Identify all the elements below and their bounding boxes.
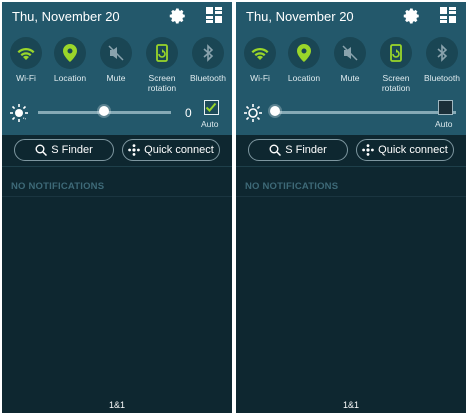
- carrier-label: 1&1: [108, 400, 125, 410]
- quick-connect-icon: [362, 144, 374, 156]
- brightness-slider-thumb[interactable]: [99, 106, 109, 116]
- screen-rotation-toggle[interactable]: Screen rotation: [374, 37, 418, 93]
- screen-rotation-label: Screen rotation: [147, 73, 177, 93]
- mute-label: Mute: [106, 73, 126, 83]
- s-finder-label: S Finder: [51, 144, 93, 156]
- wifi-label: Wi-Fi: [16, 73, 36, 83]
- mute-icon: [108, 45, 124, 61]
- wifi-label: Wi-Fi: [250, 73, 270, 83]
- divider: [2, 196, 232, 197]
- notification-panel-right: Thu, November 20 Wi-Fi Location Mute Scr…: [236, 2, 466, 413]
- bluetooth-toggle[interactable]: Bluetooth: [420, 37, 464, 83]
- gear-icon[interactable]: [403, 7, 421, 25]
- location-toggle[interactable]: Location: [282, 37, 326, 83]
- bluetooth-icon: [437, 44, 448, 62]
- location-icon: [297, 44, 311, 62]
- screen-rotation-icon: [156, 44, 168, 62]
- notification-panel-left: Thu, November 20 Wi-Fi Location Mute Scr…: [2, 2, 232, 413]
- checkmark-icon: [205, 102, 217, 112]
- svg-text:A: A: [21, 116, 26, 122]
- divider: [236, 196, 466, 197]
- quick-connect-label: Quick connect: [378, 144, 448, 156]
- wifi-toggle[interactable]: Wi-Fi: [4, 37, 48, 83]
- quick-connect-icon: [128, 144, 140, 156]
- brightness-icon: A: [10, 104, 28, 122]
- bluetooth-icon: [203, 44, 214, 62]
- wifi-toggle[interactable]: Wi-Fi: [238, 37, 282, 83]
- location-toggle[interactable]: Location: [48, 37, 92, 83]
- date-label: Thu, November 20: [12, 9, 120, 24]
- brightness-slider-track[interactable]: [272, 111, 456, 114]
- gear-icon[interactable]: [169, 7, 187, 25]
- location-icon: [63, 44, 77, 62]
- screen-rotation-icon: [390, 44, 402, 62]
- date-label: Thu, November 20: [246, 9, 354, 24]
- auto-label: Auto: [435, 119, 453, 129]
- screen-rotation-label: Screen rotation: [381, 73, 411, 93]
- location-label: Location: [287, 73, 321, 83]
- edit-grid-icon[interactable]: [440, 7, 456, 23]
- quick-panel-header: Thu, November 20 Wi-Fi Location Mute Scr…: [2, 2, 232, 135]
- carrier-label: 1&1: [342, 400, 359, 410]
- quick-connect-button[interactable]: Quick connect: [356, 139, 454, 161]
- bluetooth-label: Bluetooth: [190, 73, 226, 83]
- divider: [2, 166, 232, 167]
- s-finder-label: S Finder: [285, 144, 327, 156]
- quick-connect-label: Quick connect: [144, 144, 214, 156]
- brightness-value: 0: [185, 106, 192, 120]
- no-notifications-label: NO NOTIFICATIONS: [11, 181, 105, 192]
- mute-toggle[interactable]: Mute: [328, 37, 372, 83]
- screen-rotation-toggle[interactable]: Screen rotation: [140, 37, 184, 93]
- s-finder-button[interactable]: S Finder: [14, 139, 114, 161]
- search-icon: [35, 144, 48, 156]
- wifi-icon: [251, 47, 269, 60]
- s-finder-button[interactable]: S Finder: [248, 139, 348, 161]
- edit-grid-icon[interactable]: [206, 7, 222, 23]
- auto-brightness-checkbox[interactable]: [204, 100, 219, 115]
- search-icon: [269, 144, 282, 156]
- mute-toggle[interactable]: Mute: [94, 37, 138, 83]
- mute-icon: [342, 45, 358, 61]
- quick-connect-button[interactable]: Quick connect: [122, 139, 220, 161]
- location-label: Location: [53, 73, 87, 83]
- no-notifications-label: NO NOTIFICATIONS: [245, 181, 339, 192]
- brightness-icon: [244, 104, 262, 122]
- quick-panel-header: Thu, November 20 Wi-Fi Location Mute Scr…: [236, 2, 466, 135]
- brightness-slider-thumb[interactable]: [270, 106, 280, 116]
- wifi-icon: [17, 47, 35, 60]
- mute-label: Mute: [340, 73, 360, 83]
- bluetooth-toggle[interactable]: Bluetooth: [186, 37, 230, 83]
- auto-brightness-checkbox[interactable]: [438, 100, 453, 115]
- divider: [236, 166, 466, 167]
- auto-label: Auto: [201, 119, 219, 129]
- bluetooth-label: Bluetooth: [424, 73, 460, 83]
